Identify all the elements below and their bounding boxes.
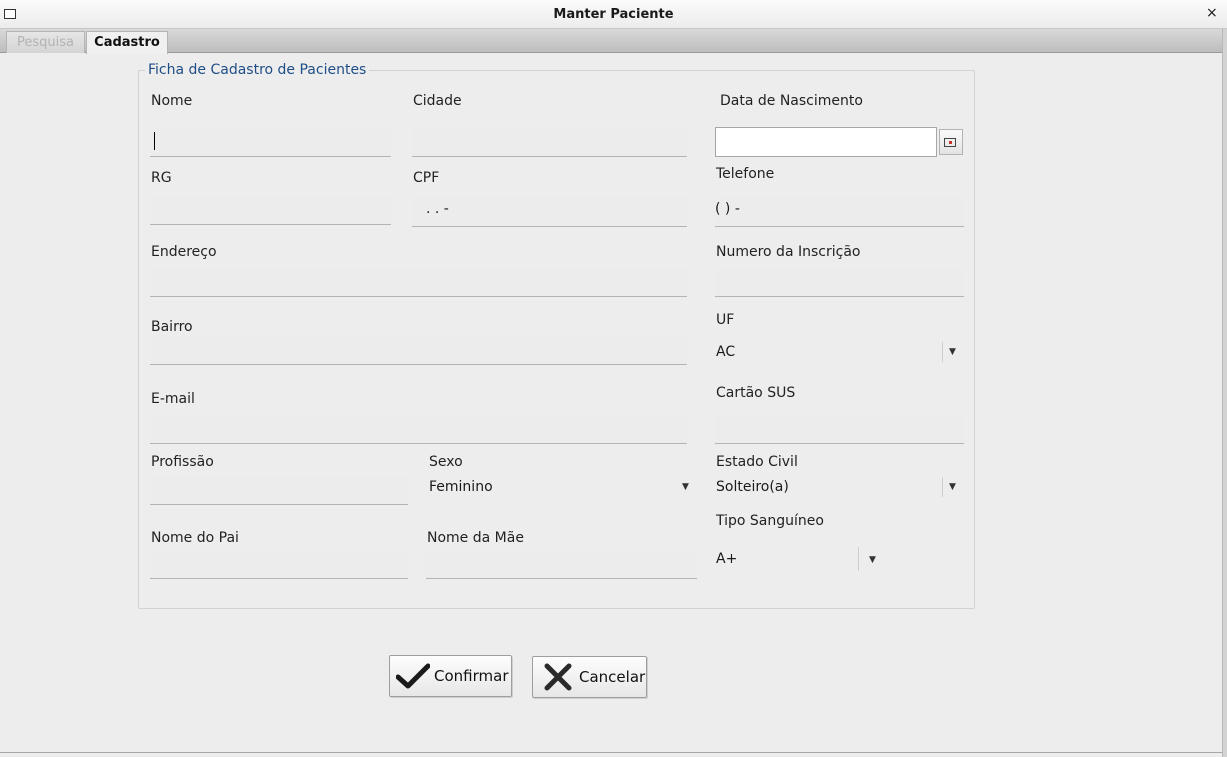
- nome-mae-label: Nome da Mãe: [427, 530, 524, 546]
- estado-civil-select[interactable]: Solteiro(a): [714, 474, 944, 500]
- confirm-button[interactable]: Confirmar: [389, 655, 512, 697]
- cancel-button[interactable]: Cancelar: [532, 656, 647, 698]
- nome-mae-input[interactable]: [426, 550, 697, 579]
- confirm-button-label: Confirmar: [434, 667, 509, 685]
- tipo-sanguineo-label: Tipo Sanguíneo: [716, 513, 824, 529]
- uf-label: UF: [716, 312, 735, 328]
- nome-label: Nome: [151, 93, 193, 109]
- cartao-sus-input[interactable]: [715, 415, 964, 444]
- endereco-label: Endereço: [151, 244, 217, 260]
- chevron-down-icon[interactable]: ▼: [949, 339, 956, 365]
- cross-icon: [544, 663, 572, 691]
- bairro-input[interactable]: [150, 336, 687, 365]
- endereco-input[interactable]: [150, 268, 687, 297]
- tipo-sanguineo-select[interactable]: A+: [714, 546, 858, 572]
- close-icon[interactable]: ×: [1206, 5, 1218, 21]
- cpf-input[interactable]: . . -: [412, 196, 687, 227]
- cpf-label: CPF: [413, 170, 440, 186]
- tab-strip: [0, 29, 1222, 53]
- rg-label: RG: [151, 170, 172, 186]
- tipo-sanguineo-divider: [858, 547, 859, 571]
- chevron-down-icon[interactable]: ▼: [682, 474, 689, 500]
- profissao-input[interactable]: [150, 476, 408, 505]
- data-nascimento-label: Data de Nascimento: [720, 93, 863, 109]
- cancel-button-label: Cancelar: [579, 668, 646, 686]
- window-right-border: [1222, 29, 1227, 757]
- uf-select[interactable]: AC: [714, 339, 944, 365]
- profissao-label: Profissão: [151, 454, 214, 470]
- cidade-input[interactable]: [412, 128, 687, 157]
- bairro-label: Bairro: [151, 319, 193, 335]
- email-input[interactable]: [150, 415, 687, 444]
- telefone-label: Telefone: [716, 166, 775, 182]
- cartao-sus-label: Cartão SUS: [716, 385, 796, 401]
- nome-pai-label: Nome do Pai: [151, 530, 239, 546]
- tab-cadastro[interactable]: Cadastro: [86, 31, 168, 54]
- nome-input[interactable]: [150, 128, 391, 157]
- sexo-label: Sexo: [429, 454, 463, 470]
- calendar-icon-marker: [949, 141, 952, 144]
- numero-inscricao-label: Numero da Inscrição: [716, 244, 861, 260]
- estado-civil-label: Estado Civil: [716, 454, 798, 470]
- sexo-select[interactable]: Feminino: [427, 474, 672, 500]
- estado-civil-divider: [942, 477, 943, 497]
- telefone-input[interactable]: ( ) -: [715, 196, 964, 227]
- checkmark-icon: [396, 663, 430, 689]
- window-bottom-border: [0, 752, 1222, 753]
- numero-inscricao-input[interactable]: [715, 268, 964, 297]
- chevron-down-icon[interactable]: ▼: [869, 547, 876, 573]
- form-legend: Ficha de Cadastro de Pacientes: [145, 62, 370, 78]
- email-label: E-mail: [151, 391, 195, 407]
- window-title: Manter Paciente: [553, 7, 674, 22]
- rg-input[interactable]: [150, 196, 391, 225]
- uf-select-divider: [942, 342, 943, 362]
- data-nascimento-input[interactable]: [715, 127, 937, 157]
- tab-pesquisa[interactable]: Pesquisa: [6, 31, 85, 53]
- chevron-down-icon[interactable]: ▼: [949, 474, 956, 500]
- text-cursor: [154, 132, 155, 150]
- cidade-label: Cidade: [413, 93, 462, 109]
- nome-pai-input[interactable]: [150, 550, 408, 579]
